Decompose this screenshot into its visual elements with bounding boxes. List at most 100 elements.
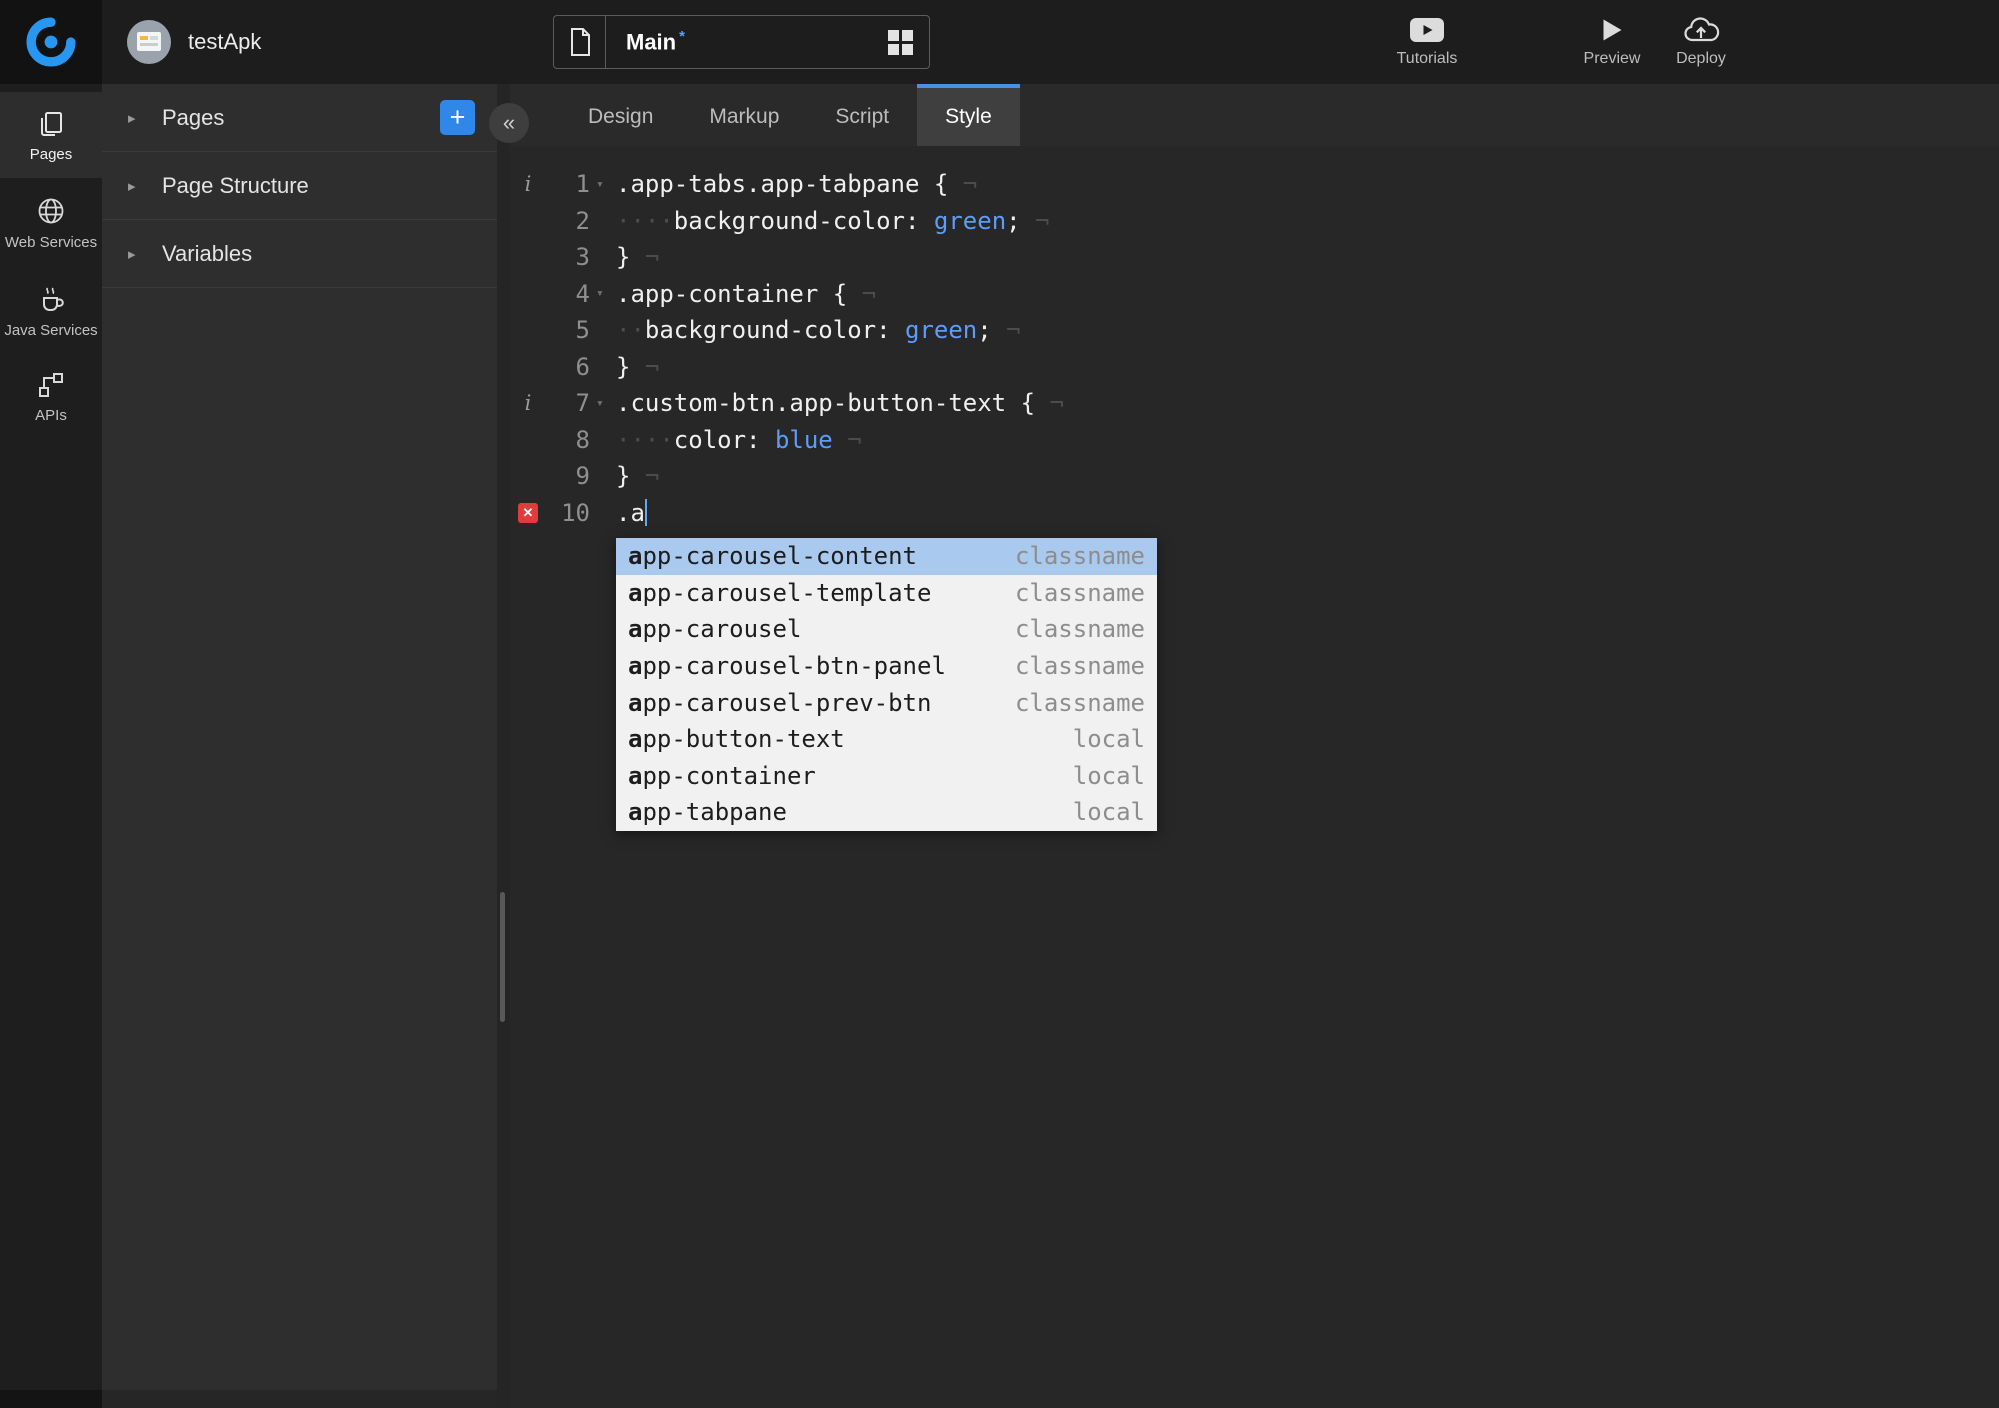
expand-arrow-icon: ▸	[128, 109, 136, 127]
autocomplete-kind: classname	[1014, 688, 1145, 717]
section-label: Page Structure	[162, 172, 309, 198]
text-cursor	[644, 498, 647, 526]
info-icon: i	[524, 391, 532, 416]
section-pages[interactable]: ▸ Pages +	[102, 84, 497, 152]
tab-script[interactable]: Script	[807, 84, 917, 146]
appery-logo-button[interactable]	[0, 0, 102, 84]
autocomplete-kind: classname	[1014, 652, 1145, 681]
code-line-8[interactable]: 8 ····color: blue ¬	[510, 422, 1999, 459]
project-title: testApk	[126, 0, 261, 84]
line-number: 4	[575, 279, 590, 308]
eol-mark: ¬	[630, 243, 660, 272]
code-line-5[interactable]: 5 ··background-color: green; ¬	[510, 312, 1999, 349]
page-icon-button[interactable]	[554, 16, 606, 68]
current-page-dropdown[interactable]: Main *	[626, 28, 685, 55]
section-label: Pages	[162, 104, 225, 130]
code-line-9[interactable]: 9} ¬	[510, 458, 1999, 495]
sidebar-item-label: Pages	[29, 146, 73, 163]
code-text: } ¬	[616, 462, 660, 491]
code-line-1[interactable]: i 1 ▾ .app-tabs.app-tabpane { ¬	[510, 166, 1999, 203]
autocomplete-kind: local	[1072, 761, 1145, 790]
project-panel: ▸ Pages + ▸ Page Structure ▸ Variables	[102, 84, 497, 1408]
section-variables[interactable]: ▸ Variables	[102, 220, 497, 288]
tutorials-label: Tutorials	[1396, 50, 1458, 67]
code-text: } ¬	[616, 243, 660, 272]
deploy-button[interactable]: Deploy	[1641, 15, 1761, 68]
sidebar-item-web-services[interactable]: Web Services	[0, 178, 102, 266]
autocomplete-item[interactable]: app-carousel-template classname	[616, 575, 1157, 612]
fold-arrow-icon[interactable]: ▾	[590, 286, 616, 301]
error-icon: ✕	[518, 502, 538, 523]
autocomplete-label: app-carousel	[628, 615, 802, 644]
autocomplete-label: app-carousel-btn-panel	[628, 652, 946, 681]
collapse-panel-button[interactable]: «	[489, 103, 529, 143]
fold-arrow-icon[interactable]: ▾	[590, 177, 616, 192]
code-text: ··background-color: green; ¬	[616, 316, 1021, 345]
autocomplete-label: app-carousel-template	[628, 578, 932, 607]
autocomplete-kind: local	[1072, 798, 1145, 827]
code-line-7[interactable]: i 7 ▾ .custom-btn.app-button-text { ¬	[510, 385, 1999, 422]
code-text: .app-container { ¬	[616, 279, 877, 308]
panel-scrollbar[interactable]	[500, 892, 505, 1022]
tutorials-button[interactable]: Tutorials	[1367, 15, 1487, 68]
editor-tabbar: Design Markup Script Style	[510, 84, 1999, 146]
autocomplete-popup: app-carousel-content classname app-carouse…	[616, 538, 1157, 831]
autocomplete-item[interactable]: app-carousel classname	[616, 611, 1157, 648]
autocomplete-item[interactable]: app-carousel-prev-btn classname	[616, 684, 1157, 721]
code-text: } ¬	[616, 352, 660, 381]
deploy-label: Deploy	[1676, 50, 1726, 67]
code-line-3[interactable]: 3 } ¬	[510, 239, 1999, 276]
line-number: 2	[575, 206, 590, 235]
sidebar-item-label: APIs	[35, 407, 67, 425]
line-number: 7	[575, 389, 590, 418]
fold-arrow-icon[interactable]: ▾	[590, 396, 616, 411]
gutter-info: i	[510, 391, 546, 415]
tab-design[interactable]: Design	[560, 84, 681, 146]
code-text: ····color: blue ¬	[616, 425, 862, 454]
autocomplete-kind: local	[1072, 725, 1145, 754]
tab-markup[interactable]: Markup	[681, 84, 807, 146]
eol-mark: ¬	[630, 352, 660, 381]
tab-style[interactable]: Style	[917, 84, 1020, 146]
style-code-editor[interactable]: i 1 ▾ .app-tabs.app-tabpane { ¬ 2 ····backgro…	[510, 146, 1999, 1408]
editor-area: Design Markup Script Style i 1 ▾ .app-tabs.…	[510, 84, 1999, 1408]
section-page-structure[interactable]: ▸ Page Structure	[102, 152, 497, 220]
eol-mark: ¬	[630, 462, 660, 491]
autocomplete-item[interactable]: app-tabpane local	[616, 794, 1157, 831]
line-number: 6	[575, 352, 590, 381]
sidebar-item-java-services[interactable]: Java Services	[0, 266, 102, 354]
eol-mark: ¬	[847, 279, 877, 308]
grid-view-button[interactable]	[888, 29, 913, 55]
add-page-button[interactable]: +	[440, 100, 475, 135]
sidebar-item-label: Web Services	[4, 233, 98, 251]
code-line-4[interactable]: 4 ▾ .app-container { ¬	[510, 276, 1999, 313]
line-number: 3	[575, 243, 590, 272]
current-page-name: Main	[626, 29, 677, 55]
section-label: Variables	[162, 240, 253, 266]
code-lines: i 1 ▾ .app-tabs.app-tabpane { ¬ 2 ····backgro…	[510, 166, 1999, 531]
line-number: 10	[561, 498, 590, 527]
autocomplete-label: app-tabpane	[628, 798, 787, 827]
autocomplete-item[interactable]: app-container local	[616, 758, 1157, 795]
app-avatar-icon	[127, 20, 171, 64]
autocomplete-kind: classname	[1014, 578, 1145, 607]
eol-mark: ¬	[948, 170, 978, 199]
code-line-10[interactable]: ✕ 10 .a	[510, 495, 1999, 532]
autocomplete-label: app-carousel-content	[628, 542, 917, 571]
sidebar-item-apis[interactable]: APIs	[0, 353, 102, 439]
code-text: ····background-color: green; ¬	[616, 206, 1050, 235]
info-icon: i	[524, 172, 532, 197]
autocomplete-item[interactable]: app-button-text local	[616, 721, 1157, 758]
code-line-2[interactable]: 2 ····background-color: green; ¬	[510, 203, 1999, 240]
expand-arrow-icon: ▸	[128, 245, 136, 263]
modified-indicator: *	[679, 28, 685, 46]
code-line-6[interactable]: 6 } ¬	[510, 349, 1999, 386]
line-number: 5	[575, 316, 590, 345]
gutter-info: i	[510, 172, 546, 196]
autocomplete-item[interactable]: app-carousel-btn-panel classname	[616, 648, 1157, 685]
sidebar-item-pages[interactable]: Pages	[0, 92, 102, 178]
autocomplete-item[interactable]: app-carousel-content classname	[616, 538, 1157, 575]
expand-arrow-icon: ▸	[128, 177, 136, 195]
top-bar: testApk Main * Tutorials Preview Deploy	[0, 0, 1999, 84]
globe-icon	[38, 198, 64, 224]
